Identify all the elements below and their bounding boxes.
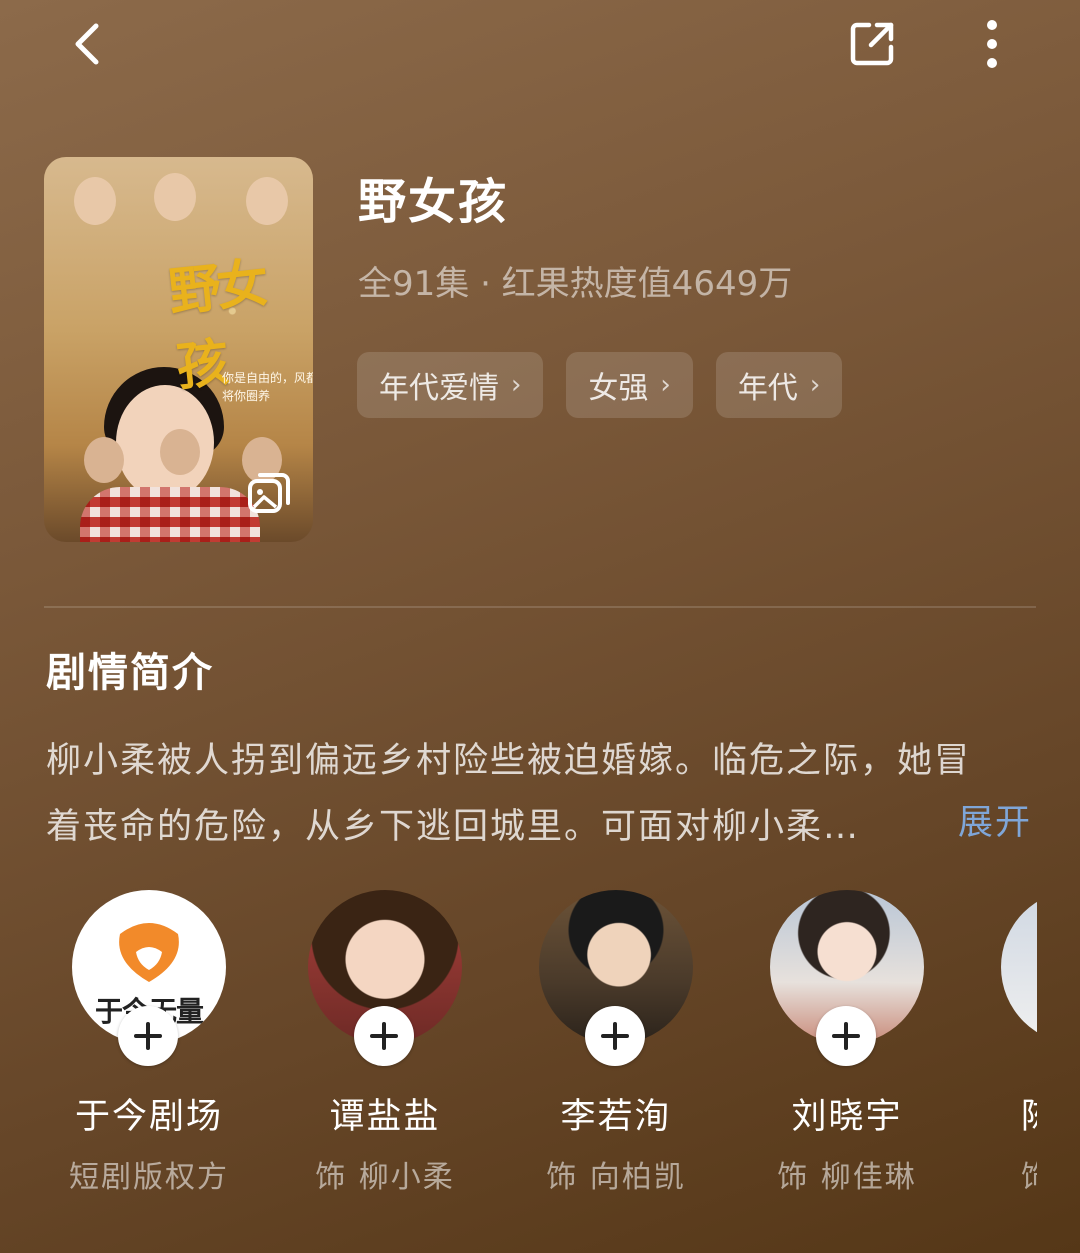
poster-person bbox=[160, 429, 200, 475]
poster-person bbox=[84, 437, 124, 483]
synopsis-line: 着丧命的危险，从乡下逃回城里。可面对柳小柔… bbox=[46, 807, 861, 847]
cast-name: 陈 bbox=[1021, 1088, 1037, 1139]
tag-label: 年代爱情 bbox=[379, 371, 499, 406]
cast-role: 饰 向柏凯 bbox=[546, 1160, 686, 1195]
cast-name: 李若洵 bbox=[560, 1097, 672, 1137]
tag-label: 女强 bbox=[588, 371, 649, 406]
poster-person bbox=[246, 177, 288, 225]
drama-poster[interactable]: 野女孩 你是自由的，风都无法将你圈养 bbox=[44, 157, 313, 542]
chevron-right-icon: › bbox=[809, 370, 821, 400]
poster-tagline: 你是自由的，风都无法将你圈养 bbox=[222, 371, 313, 403]
divider bbox=[44, 606, 1036, 608]
synopsis-heading: 剧情简介 bbox=[46, 650, 214, 696]
follow-button[interactable] bbox=[585, 1006, 645, 1066]
tag-button[interactable]: 年代 › bbox=[715, 352, 843, 418]
poster-person bbox=[154, 173, 196, 221]
gallery-icon[interactable] bbox=[246, 469, 294, 517]
cast-name: 刘晓宇 bbox=[791, 1097, 903, 1137]
poster-person bbox=[74, 177, 116, 225]
chevron-right-icon: › bbox=[660, 370, 671, 400]
genre-tags: 年代爱情 › 女强 › 年代 › bbox=[357, 352, 843, 418]
synopsis-line: 柳小柔被人拐到偏远乡村险些被迫婚嫁。临危之际，她冒 bbox=[46, 741, 972, 781]
drama-meta: 全91集 · 红果热度值4649万 bbox=[358, 264, 793, 304]
plus-icon bbox=[601, 1022, 629, 1050]
more-vertical-icon bbox=[987, 20, 997, 68]
cast-list: 于今无量 于今剧场 短剧版权方 谭盐盐 饰 柳小柔 bbox=[0, 888, 1037, 1208]
poster-top-cast bbox=[54, 173, 304, 247]
cast-role: 饰 bbox=[1021, 1152, 1037, 1196]
more-button[interactable] bbox=[962, 14, 1022, 74]
cast-role: 饰 柳小柔 bbox=[315, 1160, 455, 1195]
cast-name: 于今剧场 bbox=[74, 1097, 223, 1137]
follow-button[interactable] bbox=[118, 1006, 178, 1066]
tag-button[interactable]: 女强 › bbox=[566, 352, 693, 418]
plus-icon bbox=[134, 1022, 162, 1050]
tag-label: 年代 bbox=[737, 371, 798, 406]
plus-icon bbox=[832, 1022, 860, 1050]
tag-button[interactable]: 年代爱情 › bbox=[357, 352, 544, 418]
plus-icon bbox=[370, 1022, 398, 1050]
chevron-right-icon: › bbox=[511, 370, 522, 400]
chevron-left-icon bbox=[75, 23, 99, 65]
cast-name: 谭盐盐 bbox=[329, 1097, 441, 1137]
follow-button[interactable] bbox=[816, 1006, 876, 1066]
share-button[interactable] bbox=[840, 14, 904, 74]
cast-role: 短剧版权方 bbox=[69, 1160, 229, 1195]
expand-link[interactable]: 展开 bbox=[958, 794, 1032, 845]
back-button[interactable] bbox=[58, 14, 118, 74]
cast-role: 饰 柳佳琳 bbox=[777, 1160, 917, 1195]
follow-button[interactable] bbox=[354, 1006, 414, 1066]
share-icon bbox=[850, 22, 894, 66]
synopsis-text: 柳小柔被人拐到偏远乡村险些被迫婚嫁。临危之际，她冒 着丧命的危险，从乡下逃回城里… bbox=[46, 728, 1036, 860]
avatar bbox=[1001, 890, 1037, 1044]
drama-title: 野女孩 bbox=[358, 174, 509, 230]
